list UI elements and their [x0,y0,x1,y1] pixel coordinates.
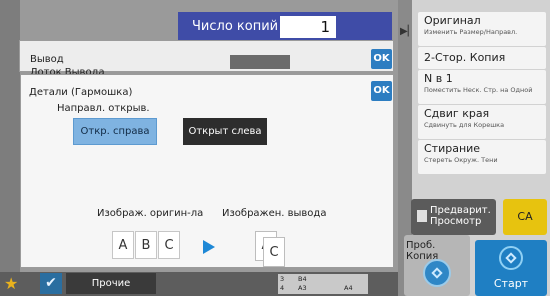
details-dialog: Детали (Гармошка) OK Направл. открыв. От… [20,74,394,268]
original-button[interactable]: Оригинал Изменить Размер/Направл. [418,12,546,46]
details-ok-button[interactable]: OK [371,81,392,101]
n-in-1-button[interactable]: N в 1 Поместить Неск. Стр. на Одной [418,70,546,104]
n-in-1-subtitle: Поместить Неск. Стр. на Одной [424,86,533,94]
n-in-1-title: N в 1 [424,72,453,85]
original-pages-preview: A B C [112,231,182,259]
tray-number: 3 [280,275,285,283]
tray-size: A3 [298,284,307,292]
original-subtitle: Изменить Размер/Направл. [424,28,518,36]
open-direction-label: Направл. открыв. [57,103,150,114]
page-c: C [158,231,180,259]
start-label: Старт [493,277,529,290]
open-right-button[interactable]: Откр. справа [73,118,157,145]
margin-shift-subtitle: Сдвинуть для Корешка [424,121,505,129]
play-arrow-icon [203,240,215,254]
preview-label: Предварит. Просмотр [430,205,491,227]
duplex-copy-button[interactable]: 2-Стор. Копия [418,47,546,69]
output-ok-button[interactable]: OK [371,49,392,69]
tray-size: B4 [298,275,307,283]
tray-number: 4 [280,284,285,292]
output-pages-preview: A C [255,227,295,267]
copies-bar: Число копий 1 [178,12,392,43]
diamond-icon [423,259,451,287]
erase-title: Стирание [424,142,481,155]
printer-image [230,55,290,69]
original-title: Оригинал [424,14,481,27]
output-page-c: C [263,237,285,267]
output-dialog-title: Вывод [30,54,64,65]
open-left-button[interactable]: Открыт слева [183,118,267,145]
other-button[interactable]: Прочие [66,273,156,294]
start-button[interactable]: Старт [475,240,547,296]
page-a: A [112,231,134,259]
ca-button[interactable]: CA [503,199,547,235]
erase-button[interactable]: Стирание Стереть Окруж. Тени [418,140,546,174]
paper-tray-indicator: 3 B4 4 A3 A4 [278,274,368,294]
duplex-copy-title: 2-Стор. Копия [424,51,506,64]
copies-label: Число копий [192,19,279,34]
margin-shift-title: Сдвиг края [424,107,490,120]
check-icon[interactable]: ✔ [40,273,62,294]
margin-shift-button[interactable]: Сдвиг края Сдвинуть для Корешка [418,105,546,139]
erase-subtitle: Стереть Окруж. Тени [424,156,498,164]
page-b: B [135,231,157,259]
preview-icon [417,210,427,222]
left-strip [0,0,20,272]
original-image-label: Изображ. оригин-ла [97,208,204,219]
proof-copy-button[interactable]: Проб. Копия [404,235,470,296]
copies-input[interactable]: 1 [280,16,336,38]
output-image-label: Изображен. вывода [222,208,327,219]
diamond-icon [499,246,523,270]
star-icon[interactable]: ★ [4,274,18,293]
tray-size: A4 [344,284,353,292]
output-dialog: Вывод Лоток Вывода OK [19,40,394,78]
details-dialog-title: Детали (Гармошка) [29,87,133,98]
preview-button[interactable]: Предварит. Просмотр [411,199,496,235]
